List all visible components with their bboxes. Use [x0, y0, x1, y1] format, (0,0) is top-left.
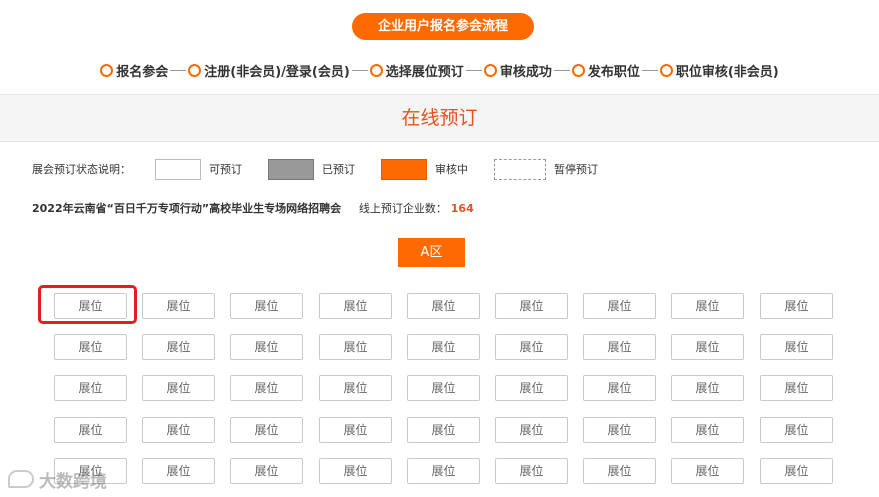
booth-slot[interactable]: 展位: [319, 334, 392, 360]
booth-slot[interactable]: 展位: [142, 417, 215, 443]
booth-slot[interactable]: 展位: [760, 458, 833, 484]
booth-slot[interactable]: 展位: [142, 334, 215, 360]
booth-slot[interactable]: 展位: [495, 293, 568, 319]
booth-slot[interactable]: 展位: [760, 293, 833, 319]
booth-slot[interactable]: 展位: [407, 375, 480, 401]
booth-slot[interactable]: 展位: [583, 293, 656, 319]
booth-slot[interactable]: 展位: [495, 417, 568, 443]
booth-slot[interactable]: 展位: [230, 458, 303, 484]
booth-slot[interactable]: 展位: [230, 293, 303, 319]
booth-slot[interactable]: 展位: [319, 458, 392, 484]
booth-slot[interactable]: 展位: [230, 334, 303, 360]
watermark: 大数跨境: [8, 468, 107, 492]
booth-slot[interactable]: 展位: [407, 334, 480, 360]
booth-slot[interactable]: 展位: [495, 334, 568, 360]
booth-slot[interactable]: 展位: [142, 375, 215, 401]
booth-slot[interactable]: 展位: [54, 417, 127, 443]
booth-slot[interactable]: 展位: [230, 375, 303, 401]
booth-slot[interactable]: 展位: [671, 375, 744, 401]
booth-slot[interactable]: 展位: [495, 458, 568, 484]
watermark-text: 大数跨境: [39, 471, 107, 492]
booth-slot[interactable]: 展位: [583, 375, 656, 401]
booth-slot[interactable]: 展位: [319, 417, 392, 443]
booth-slot[interactable]: 展位: [495, 375, 568, 401]
booth-slot[interactable]: 展位: [671, 293, 744, 319]
booth-slot[interactable]: 展位: [583, 458, 656, 484]
booth-slot[interactable]: 展位: [407, 293, 480, 319]
booth-slot[interactable]: 展位: [760, 375, 833, 401]
booth-slot[interactable]: 展位: [319, 375, 392, 401]
booth-slot[interactable]: 展位: [230, 417, 303, 443]
booth-slot[interactable]: 展位: [583, 417, 656, 443]
booth-slot[interactable]: 展位: [671, 458, 744, 484]
booth-slot[interactable]: 展位: [760, 417, 833, 443]
booth-slot[interactable]: 展位: [407, 417, 480, 443]
booth-slot[interactable]: 展位: [407, 458, 480, 484]
booth-slot[interactable]: 展位: [319, 293, 392, 319]
booth-slot[interactable]: 展位: [671, 417, 744, 443]
booth-grid: 展位 展位 展位 展位 展位 展位 展位 展位 展位 展位 展位 展位 展位 展位 展位 展位 展位 展位 展位 展位…: [0, 0, 879, 497]
booth-slot[interactable]: 展位: [583, 334, 656, 360]
booth-slot[interactable]: 展位: [54, 334, 127, 360]
watermark-logo-icon: [8, 470, 34, 488]
selection-highlight: [38, 285, 137, 324]
booth-slot[interactable]: 展位: [760, 334, 833, 360]
booth-slot[interactable]: 展位: [671, 334, 744, 360]
booth-slot[interactable]: 展位: [54, 375, 127, 401]
booth-slot[interactable]: 展位: [142, 458, 215, 484]
booth-slot[interactable]: 展位: [142, 293, 215, 319]
